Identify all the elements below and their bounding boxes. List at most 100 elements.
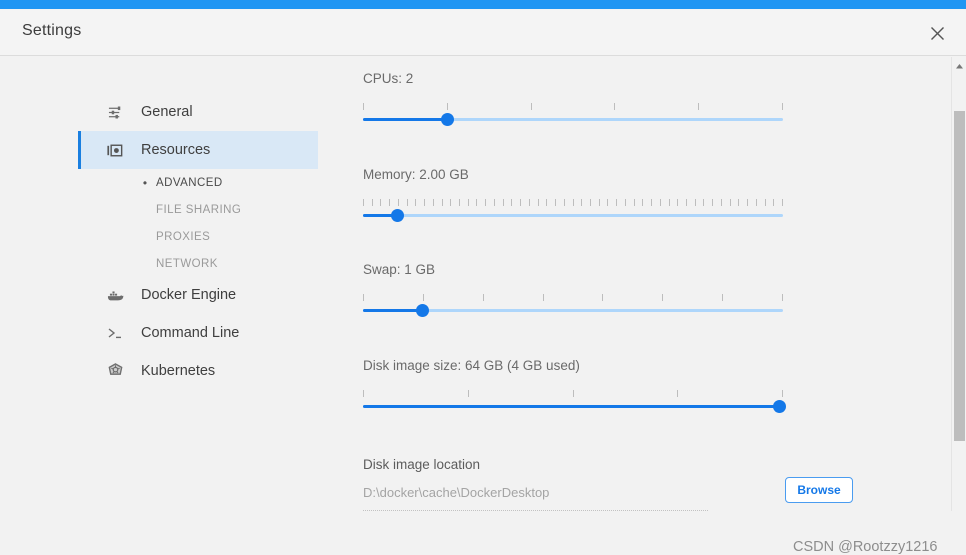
memory-slider-rail xyxy=(363,214,783,217)
cpus-slider-ticks xyxy=(363,103,783,110)
sidebar-item-kubernetes[interactable]: Kubernetes xyxy=(78,352,318,390)
slider-tick xyxy=(493,199,495,206)
slider-tick xyxy=(616,199,618,206)
swap-slider-ticks xyxy=(363,294,783,301)
slider-tick xyxy=(406,199,408,206)
settings-window: Settings General Resources • ADVANCED FI… xyxy=(0,0,966,555)
slider-tick xyxy=(363,199,364,206)
disk-image-size-slider-fill xyxy=(363,405,779,408)
slider-tick xyxy=(389,199,391,206)
slider-tick xyxy=(624,199,626,206)
slider-tick xyxy=(764,199,766,206)
slider-tick xyxy=(537,199,539,206)
sidebar-subitem-proxies[interactable]: PROXIES xyxy=(78,223,318,250)
sidebar-item-resources[interactable]: Resources xyxy=(78,131,318,169)
disk-image-size-slider-thumb[interactable] xyxy=(772,400,786,413)
memory-slider[interactable] xyxy=(363,199,783,225)
sidebar-subitem-label: ADVANCED xyxy=(156,176,223,189)
sidebar: General Resources • ADVANCED FILE SHARIN… xyxy=(78,57,318,511)
slider-tick xyxy=(607,199,609,206)
swap-slider-fill xyxy=(363,309,422,312)
slider-tick xyxy=(659,199,661,206)
swap-slider[interactable] xyxy=(363,294,783,320)
slider-tick xyxy=(581,199,583,206)
slider-tick xyxy=(685,199,687,206)
slider-tick xyxy=(530,103,532,110)
slider-tick xyxy=(642,199,644,206)
slider-tick xyxy=(422,294,424,301)
sliders-icon xyxy=(102,105,128,120)
slider-tick xyxy=(467,199,469,206)
sidebar-item-label: Docker Engine xyxy=(141,287,237,303)
slider-tick xyxy=(677,199,679,206)
sidebar-subitem-file-sharing[interactable]: FILE SHARING xyxy=(78,196,318,223)
slider-tick xyxy=(528,199,530,206)
vertical-scrollbar[interactable] xyxy=(951,57,966,511)
slider-tick xyxy=(668,199,670,206)
slider-tick xyxy=(694,199,696,206)
slider-tick xyxy=(614,103,616,110)
slider-tick xyxy=(698,103,700,110)
slider-tick xyxy=(363,390,364,397)
scrollbar-thumb[interactable] xyxy=(954,111,965,441)
cpus-slider-thumb[interactable] xyxy=(441,113,454,126)
cpus-slider[interactable] xyxy=(363,103,783,129)
slider-tick xyxy=(380,199,382,206)
sidebar-item-label: Kubernetes xyxy=(141,363,216,379)
slider-tick xyxy=(476,199,478,206)
slider-tick xyxy=(782,294,783,301)
cpus-slider-group: CPUs: 2 xyxy=(363,71,788,129)
sidebar-subitem-advanced[interactable]: • ADVANCED xyxy=(78,169,318,196)
memory-slider-group: Memory: 2.00 GB xyxy=(363,167,788,225)
sidebar-subitem-label: NETWORK xyxy=(156,257,218,270)
slider-tick xyxy=(572,199,574,206)
slider-tick xyxy=(415,199,417,206)
sidebar-item-command-line[interactable]: Command Line xyxy=(78,314,318,352)
slider-tick xyxy=(542,294,544,301)
slider-tick xyxy=(572,390,574,397)
terminal-prompt-icon xyxy=(102,326,128,340)
memory-slider-label: Memory: 2.00 GB xyxy=(363,167,469,182)
slider-tick xyxy=(782,103,783,110)
sidebar-item-label: Resources xyxy=(141,142,211,158)
slider-tick xyxy=(459,199,461,206)
disk-image-size-slider-group: Disk image size: 64 GB (4 GB used) xyxy=(363,358,788,416)
slider-tick xyxy=(720,199,722,206)
window-title: Settings xyxy=(22,22,82,39)
slider-tick xyxy=(677,390,679,397)
slider-tick xyxy=(450,199,452,206)
slider-tick xyxy=(397,199,399,206)
slider-tick xyxy=(432,199,434,206)
slider-tick xyxy=(363,103,364,110)
sidebar-item-label: Command Line xyxy=(141,325,240,341)
sidebar-item-general[interactable]: General xyxy=(78,93,318,131)
docker-whale-icon xyxy=(102,289,128,302)
close-button[interactable] xyxy=(922,19,952,47)
slider-tick xyxy=(651,199,653,206)
sidebar-subitem-network[interactable]: NETWORK xyxy=(78,250,318,277)
slider-tick xyxy=(703,199,705,206)
disk-image-location-path[interactable]: D:\docker\cache\DockerDesktop xyxy=(363,485,708,511)
slider-tick xyxy=(363,294,364,301)
slider-tick xyxy=(782,199,783,206)
sidebar-item-label: General xyxy=(141,104,193,120)
cpus-slider-fill xyxy=(363,118,447,121)
slider-tick xyxy=(467,390,469,397)
slider-tick xyxy=(633,199,635,206)
sidebar-item-docker-engine[interactable]: Docker Engine xyxy=(78,276,318,314)
swap-slider-thumb[interactable] xyxy=(415,304,429,317)
slider-tick xyxy=(546,199,548,206)
disk-image-size-slider[interactable] xyxy=(363,390,786,416)
memory-slider-thumb[interactable] xyxy=(390,209,404,222)
slider-tick xyxy=(502,199,504,206)
kubernetes-helm-icon xyxy=(102,362,128,380)
slider-tick xyxy=(738,199,740,206)
close-icon xyxy=(930,26,945,41)
slider-tick xyxy=(424,199,426,206)
slider-tick xyxy=(782,390,783,397)
browse-button[interactable]: Browse xyxy=(785,477,853,503)
sidebar-subitem-label: FILE SHARING xyxy=(156,203,242,216)
disk-image-location-label: Disk image location xyxy=(363,457,481,472)
scroll-up-button[interactable] xyxy=(952,59,966,73)
sidebar-subitem-label: PROXIES xyxy=(156,230,211,243)
